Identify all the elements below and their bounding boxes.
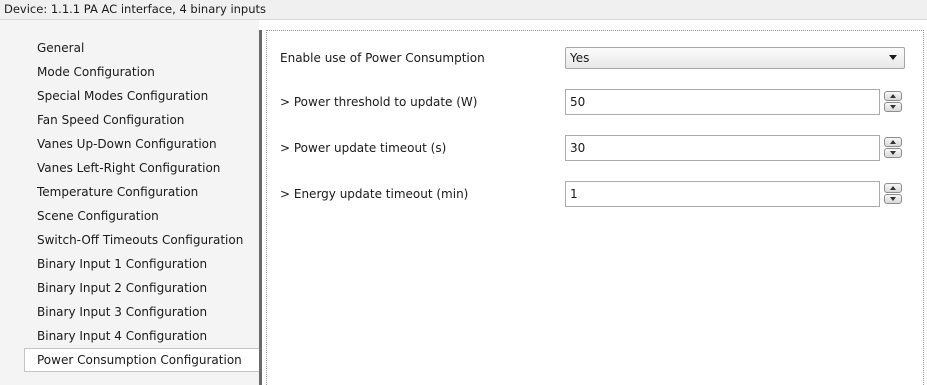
power-threshold-increment-button[interactable]	[884, 91, 902, 101]
energy-timeout-increment-button[interactable]	[884, 183, 902, 193]
setting-row-power-threshold: > Power threshold to update (W) 50	[267, 89, 923, 115]
setting-row-enable-power: Enable use of Power Consumption Yes	[267, 45, 923, 71]
chevron-down-icon	[889, 55, 897, 60]
sidebar-item-special-modes-configuration[interactable]: Special Modes Configuration	[24, 84, 259, 108]
sidebar-item-power-consumption-configuration[interactable]: Power Consumption Configuration	[24, 348, 259, 372]
power-threshold-label: > Power threshold to update (W)	[280, 95, 478, 109]
energy-timeout-label: > Energy update timeout (min)	[280, 187, 469, 201]
setting-row-power-timeout: > Power update timeout (s) 30	[267, 135, 923, 161]
sidebar-item-general[interactable]: General	[24, 36, 259, 60]
power-threshold-input[interactable]: 50	[565, 89, 880, 115]
device-title-bar: Device: 1.1.1 PA AC interface, 4 binary …	[0, 0, 927, 20]
power-timeout-label: > Power update timeout (s)	[280, 141, 447, 155]
sidebar-item-vanes-left-right-configuration[interactable]: Vanes Left-Right Configuration	[24, 156, 259, 180]
setting-row-energy-timeout: > Energy update timeout (min) 1	[267, 181, 923, 207]
sidebar: General Mode Configuration Special Modes…	[0, 20, 259, 385]
sidebar-item-binary-input-4-configuration[interactable]: Binary Input 4 Configuration	[24, 324, 259, 348]
settings-panel: Enable use of Power Consumption Yes > Po…	[266, 30, 924, 385]
sidebar-item-switch-off-timeouts-configuration[interactable]: Switch-Off Timeouts Configuration	[24, 228, 259, 252]
energy-timeout-decrement-button[interactable]	[884, 194, 902, 204]
panel-splitter[interactable]	[259, 30, 262, 385]
sidebar-item-mode-configuration[interactable]: Mode Configuration	[24, 60, 259, 84]
power-timeout-increment-button[interactable]	[884, 137, 902, 147]
sidebar-item-binary-input-1-configuration[interactable]: Binary Input 1 Configuration	[24, 252, 259, 276]
power-timeout-spinner	[884, 137, 902, 159]
power-threshold-decrement-button[interactable]	[884, 102, 902, 112]
energy-timeout-input[interactable]: 1	[565, 181, 880, 207]
energy-timeout-value: 1	[570, 187, 578, 201]
energy-timeout-spinner	[884, 183, 902, 205]
arrow-up-icon	[890, 140, 896, 144]
sidebar-item-vanes-up-down-configuration[interactable]: Vanes Up-Down Configuration	[24, 132, 259, 156]
sidebar-item-fan-speed-configuration[interactable]: Fan Speed Configuration	[24, 108, 259, 132]
power-timeout-decrement-button[interactable]	[884, 148, 902, 158]
power-timeout-input[interactable]: 30	[565, 135, 880, 161]
enable-power-label: Enable use of Power Consumption	[280, 51, 485, 65]
sidebar-item-binary-input-2-configuration[interactable]: Binary Input 2 Configuration	[24, 276, 259, 300]
arrow-up-icon	[890, 186, 896, 190]
power-threshold-spinner	[884, 91, 902, 113]
sidebar-list: General Mode Configuration Special Modes…	[24, 36, 259, 372]
arrow-down-icon	[890, 151, 896, 155]
sidebar-item-temperature-configuration[interactable]: Temperature Configuration	[24, 180, 259, 204]
arrow-down-icon	[890, 197, 896, 201]
power-timeout-value: 30	[570, 141, 586, 155]
enable-power-value: Yes	[570, 51, 590, 65]
power-threshold-value: 50	[570, 95, 586, 109]
arrow-up-icon	[890, 94, 896, 98]
arrow-down-icon	[890, 105, 896, 109]
device-title: Device: 1.1.1 PA AC interface, 4 binary …	[4, 2, 267, 16]
sidebar-item-binary-input-3-configuration[interactable]: Binary Input 3 Configuration	[24, 300, 259, 324]
sidebar-item-scene-configuration[interactable]: Scene Configuration	[24, 204, 259, 228]
enable-power-dropdown[interactable]: Yes	[565, 47, 905, 69]
